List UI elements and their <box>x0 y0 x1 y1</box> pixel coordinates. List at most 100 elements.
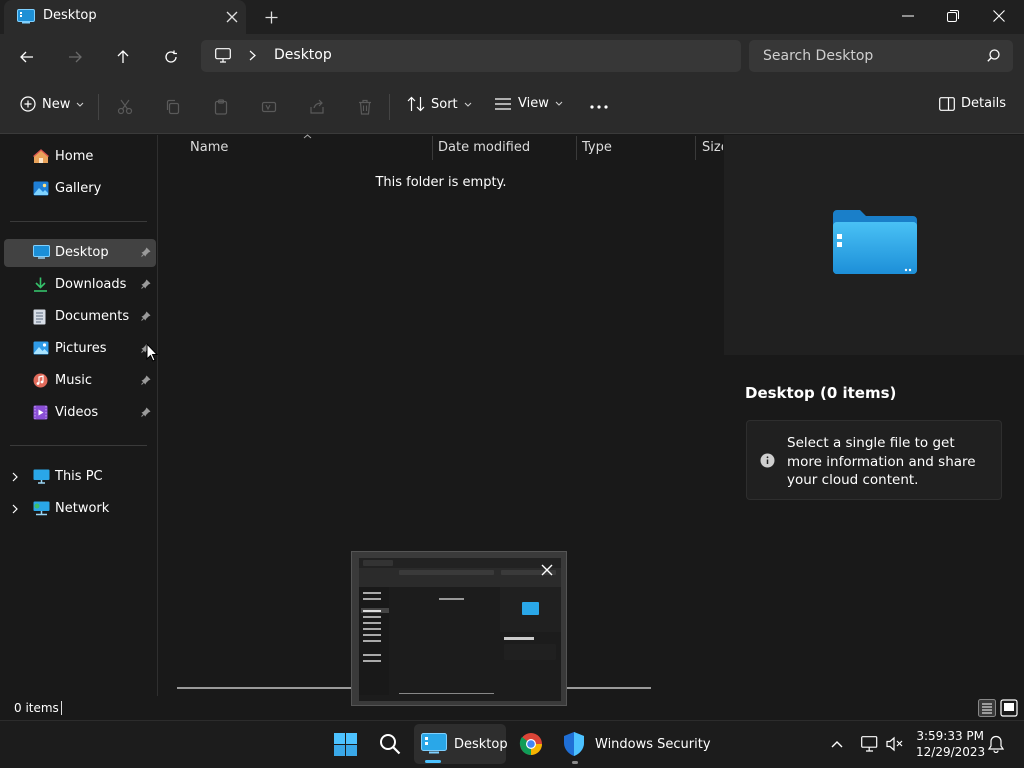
plus-circle-icon <box>20 96 36 112</box>
tab-title: Desktop <box>43 8 97 23</box>
nav-item-videos[interactable]: Videos <box>4 399 156 427</box>
restore-icon <box>947 10 959 22</box>
videos-icon <box>33 405 48 420</box>
details-label: Details <box>961 96 1007 111</box>
pin-icon[interactable] <box>141 407 151 417</box>
nav-label: Downloads <box>55 277 127 292</box>
nav-label: Documents <box>55 309 130 324</box>
network-status-icon[interactable] <box>861 736 879 752</box>
details-view-toggle[interactable] <box>978 699 996 717</box>
column-separator[interactable] <box>432 136 433 160</box>
chrome-icon[interactable] <box>519 732 543 756</box>
details-info <box>724 355 1024 696</box>
close-icon <box>993 10 1005 22</box>
thumbnail-window <box>359 558 561 701</box>
copy-icon[interactable] <box>163 97 183 117</box>
nav-label: Desktop <box>55 245 109 260</box>
documents-icon <box>33 309 46 325</box>
new-button[interactable]: New <box>20 96 84 112</box>
plus-icon <box>265 11 277 23</box>
address-bar[interactable]: Desktop <box>201 40 741 72</box>
view-list-icon <box>495 97 511 110</box>
music-icon <box>33 373 48 388</box>
volume-muted-icon[interactable] <box>886 736 904 752</box>
view-button[interactable]: View <box>494 96 563 111</box>
chevron-up-icon[interactable] <box>831 740 843 748</box>
nav-label: Pictures <box>55 341 107 356</box>
arrow-left-icon <box>20 51 33 63</box>
tiles-view-toggle[interactable] <box>1000 699 1018 717</box>
sort-button[interactable]: Sort <box>407 96 472 112</box>
notification-bell-icon[interactable] <box>988 735 1004 753</box>
pin-icon[interactable] <box>141 279 151 289</box>
nav-item-home[interactable]: Home <box>4 143 156 171</box>
nav-item-network[interactable]: Network <box>4 495 156 523</box>
column-separator[interactable] <box>576 136 577 160</box>
chevron-down-icon <box>555 101 563 106</box>
nav-item-music[interactable]: Music <box>4 367 156 395</box>
minimize-button[interactable] <box>885 0 931 32</box>
taskbar-explorer-label: Desktop <box>454 737 508 752</box>
nav-item-this-pc[interactable]: This PC <box>4 463 156 491</box>
search-input[interactable]: Search Desktop <box>749 40 1013 72</box>
paste-icon[interactable] <box>211 97 231 117</box>
breadcrumb-desktop[interactable]: Desktop <box>274 47 332 63</box>
nav-item-desktop[interactable]: Desktop <box>4 239 156 267</box>
tab-close-button[interactable] <box>222 7 242 27</box>
share-icon[interactable] <box>307 97 327 117</box>
nav-label: Gallery <box>55 181 102 196</box>
new-label: New <box>42 96 71 112</box>
cursor-icon <box>146 343 158 362</box>
details-button[interactable]: Details <box>939 96 1006 111</box>
nav-item-documents[interactable]: Documents <box>4 303 156 331</box>
sort-label: Sort <box>431 96 458 112</box>
chevron-right-icon[interactable] <box>12 504 18 514</box>
windows-logo-icon <box>334 733 357 756</box>
nav-item-gallery[interactable]: Gallery <box>4 175 156 203</box>
taskbar-clock[interactable]: 3:59:33 PM 12/29/2023 <box>916 728 985 760</box>
nav-divider <box>10 221 147 222</box>
windows-security-icon[interactable] <box>563 731 585 757</box>
start-button[interactable] <box>334 733 357 756</box>
chevron-right-icon[interactable] <box>12 472 18 482</box>
maximize-button[interactable] <box>930 0 976 32</box>
nav-label: Network <box>55 501 110 516</box>
new-tab-button[interactable] <box>260 6 282 28</box>
nav-item-downloads[interactable]: Downloads <box>4 271 156 299</box>
delete-icon[interactable] <box>355 97 375 117</box>
details-preview <box>724 135 1024 355</box>
network-icon <box>33 501 50 516</box>
column-header-size[interactable]: Size <box>702 140 723 155</box>
close-icon <box>226 11 238 23</box>
back-button[interactable] <box>13 44 41 70</box>
large-icons-view-icon <box>1000 699 1018 717</box>
explorer-icon <box>17 9 35 24</box>
refresh-button[interactable] <box>157 44 185 70</box>
taskbar-thumbnail-preview[interactable] <box>351 551 567 706</box>
details-pane-icon <box>939 96 955 111</box>
close-window-button[interactable] <box>976 0 1022 32</box>
forward-button[interactable] <box>61 44 89 70</box>
refresh-icon <box>165 50 177 63</box>
chevron-right-icon[interactable] <box>249 50 256 61</box>
column-header-name[interactable]: Name <box>190 140 228 155</box>
more-icon[interactable] <box>589 97 609 117</box>
close-icon <box>541 564 553 576</box>
up-button[interactable] <box>109 44 137 70</box>
search-icon <box>380 734 401 755</box>
thumbnail-close-button[interactable] <box>540 563 554 577</box>
pin-icon[interactable] <box>141 375 151 385</box>
pin-icon[interactable] <box>141 247 151 257</box>
column-separator[interactable] <box>695 136 696 160</box>
column-header-type[interactable]: Type <box>582 140 612 155</box>
column-header-date-modified[interactable]: Date modified <box>438 140 530 155</box>
rename-icon[interactable] <box>259 97 279 117</box>
cut-icon[interactable] <box>115 97 135 117</box>
pin-icon[interactable] <box>141 311 151 321</box>
empty-folder-message: This folder is empty. <box>375 175 507 190</box>
tab-desktop[interactable]: Desktop <box>4 0 246 34</box>
downloads-icon <box>33 277 48 292</box>
nav-item-pictures[interactable]: Pictures <box>4 335 156 363</box>
search-taskbar-button[interactable] <box>379 733 401 755</box>
nav-label: Videos <box>55 405 99 420</box>
